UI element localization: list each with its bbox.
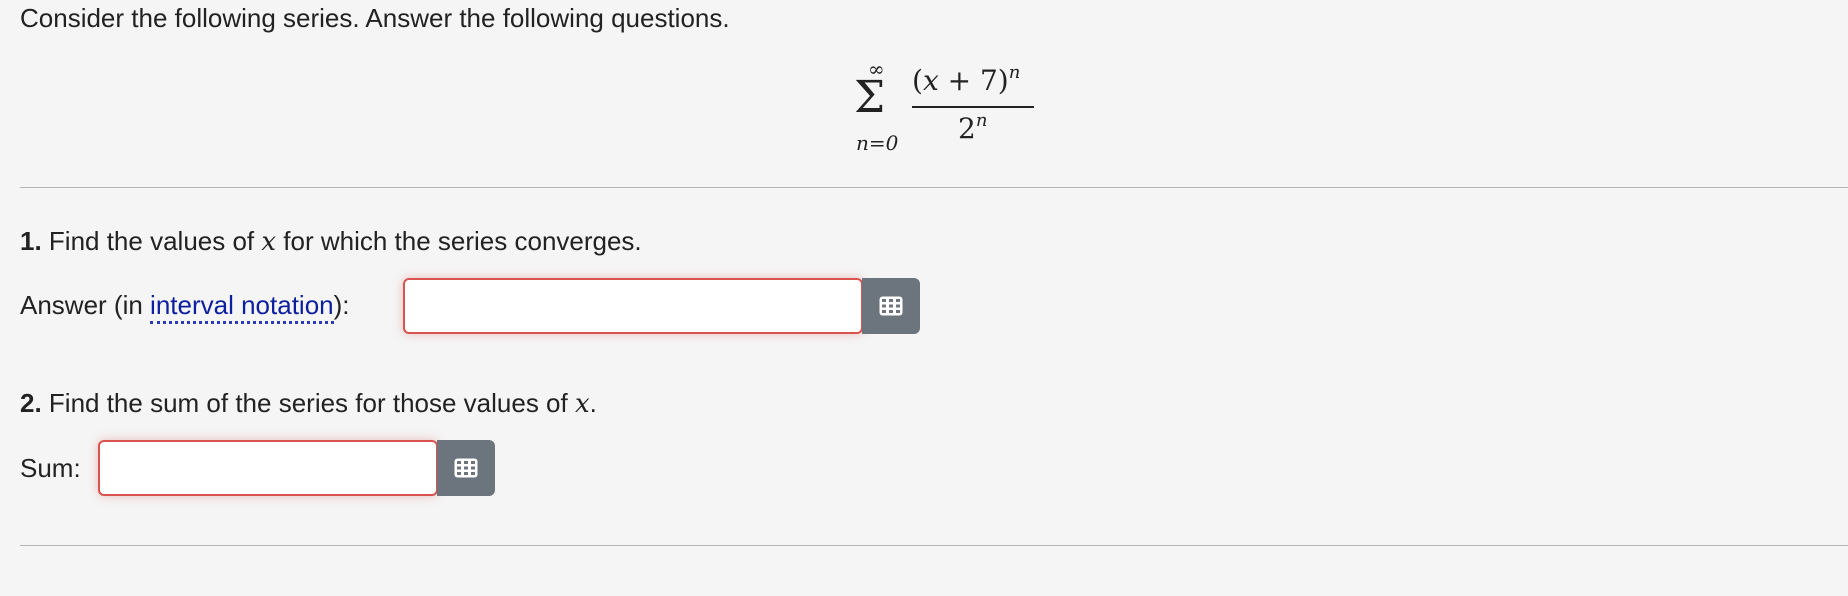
divider [20,187,1848,188]
variable-x: x [261,227,277,257]
math-keyboard-button-2[interactable] [437,440,495,496]
question-1-number: 1. [20,226,42,256]
sigma-symbol: Σ [854,72,886,123]
divider [20,545,1848,546]
question-2-number: 2. [20,388,42,418]
interval-answer-input[interactable] [405,280,861,332]
math-keyboard-button-1[interactable] [862,278,920,334]
question-2: 2. Find the sum of the series for those … [20,388,597,419]
keyboard-icon [879,296,903,316]
series-upper-limit: ∞ [868,57,885,81]
sum-answer-input[interactable] [100,442,436,494]
intro-text: Consider the following series. Answer th… [20,3,730,33]
series-formula: Σ ∞ n=0 (x + 7)n 2n [850,58,1050,158]
interval-answer-field[interactable] [403,278,863,334]
question-1: 1. Find the values of x for which the se… [20,226,642,257]
series-denominator: 2n [958,110,988,145]
interval-notation-link[interactable]: interval notation [150,290,334,324]
series-numerator: (x + 7)n [912,62,1021,97]
series-lower-limit: n=0 [856,131,899,155]
sum-answer-field[interactable] [98,440,438,496]
keyboard-icon [454,458,478,478]
answer-label: Answer (in interval notation): [20,289,350,324]
fraction-bar [912,106,1034,108]
sum-label: Sum: [20,453,81,483]
variable-x: x [574,389,590,419]
